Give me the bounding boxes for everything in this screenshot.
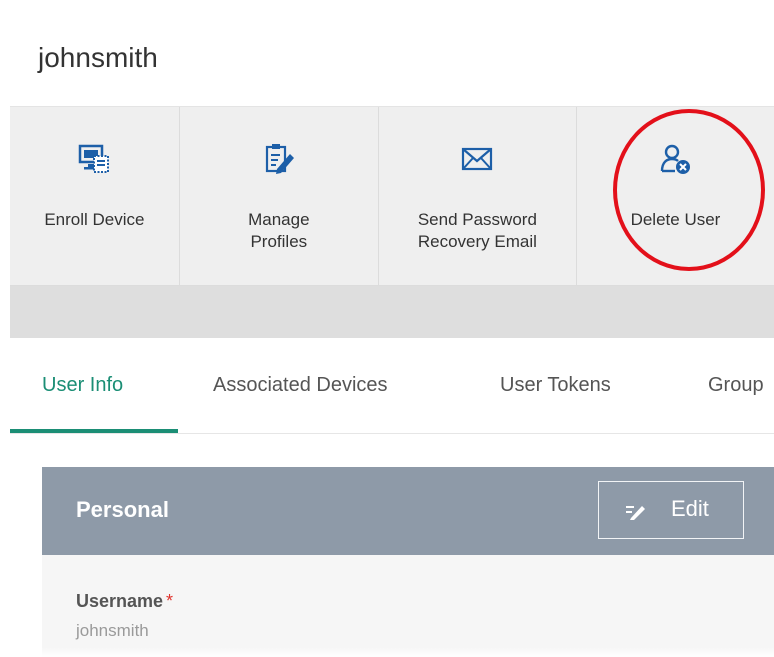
username-value: johnsmith bbox=[76, 621, 149, 640]
tab-bar: User Info Associated Devices User Tokens… bbox=[10, 338, 774, 434]
delete-user-label: Delete User bbox=[630, 210, 721, 229]
tab-groups[interactable]: Group bbox=[708, 374, 764, 397]
delete-user-icon bbox=[661, 144, 691, 174]
username-label-text: Username bbox=[76, 591, 164, 611]
manage-profiles-button[interactable]: Manage Profiles bbox=[180, 107, 379, 285]
manage-profiles-icon bbox=[265, 144, 294, 174]
torn-edge bbox=[10, 647, 774, 657]
username-label: Username * bbox=[76, 591, 173, 612]
divider-strip bbox=[10, 286, 774, 338]
edit-button[interactable]: Edit bbox=[598, 481, 744, 539]
tab-associated-devices[interactable]: Associated Devices bbox=[213, 374, 388, 397]
enroll-device-label: Enroll Device bbox=[44, 210, 145, 229]
personal-card-body: Username * johnsmith bbox=[42, 555, 774, 657]
delete-user-button[interactable]: Delete User bbox=[577, 107, 774, 285]
tab-user-tokens[interactable]: User Tokens bbox=[500, 374, 611, 397]
active-tab-indicator bbox=[10, 429, 178, 433]
tab-user-info[interactable]: User Info bbox=[42, 374, 123, 397]
manage-profiles-label: Manage Profiles bbox=[248, 210, 310, 251]
user-details-page: johnsmith Enroll Device Manage Profiles … bbox=[10, 10, 774, 657]
envelope-icon bbox=[462, 147, 493, 171]
pencil-icon bbox=[626, 506, 645, 520]
enroll-device-button[interactable]: Enroll Device bbox=[10, 107, 180, 285]
page-title: johnsmith bbox=[38, 42, 158, 73]
required-mark: * bbox=[166, 591, 174, 611]
send-password-recovery-email-button[interactable]: Send Password Recovery Email bbox=[379, 107, 577, 285]
title-bar: johnsmith bbox=[10, 10, 774, 107]
personal-card-header: Personal Edit bbox=[42, 467, 774, 555]
card-title: Personal bbox=[76, 497, 169, 522]
send-password-recovery-email-label: Send Password Recovery Email bbox=[417, 210, 537, 251]
action-toolbar: Enroll Device Manage Profiles Send Passw… bbox=[10, 107, 774, 286]
edit-label: Edit bbox=[671, 496, 709, 521]
enroll-device-icon bbox=[79, 144, 110, 173]
